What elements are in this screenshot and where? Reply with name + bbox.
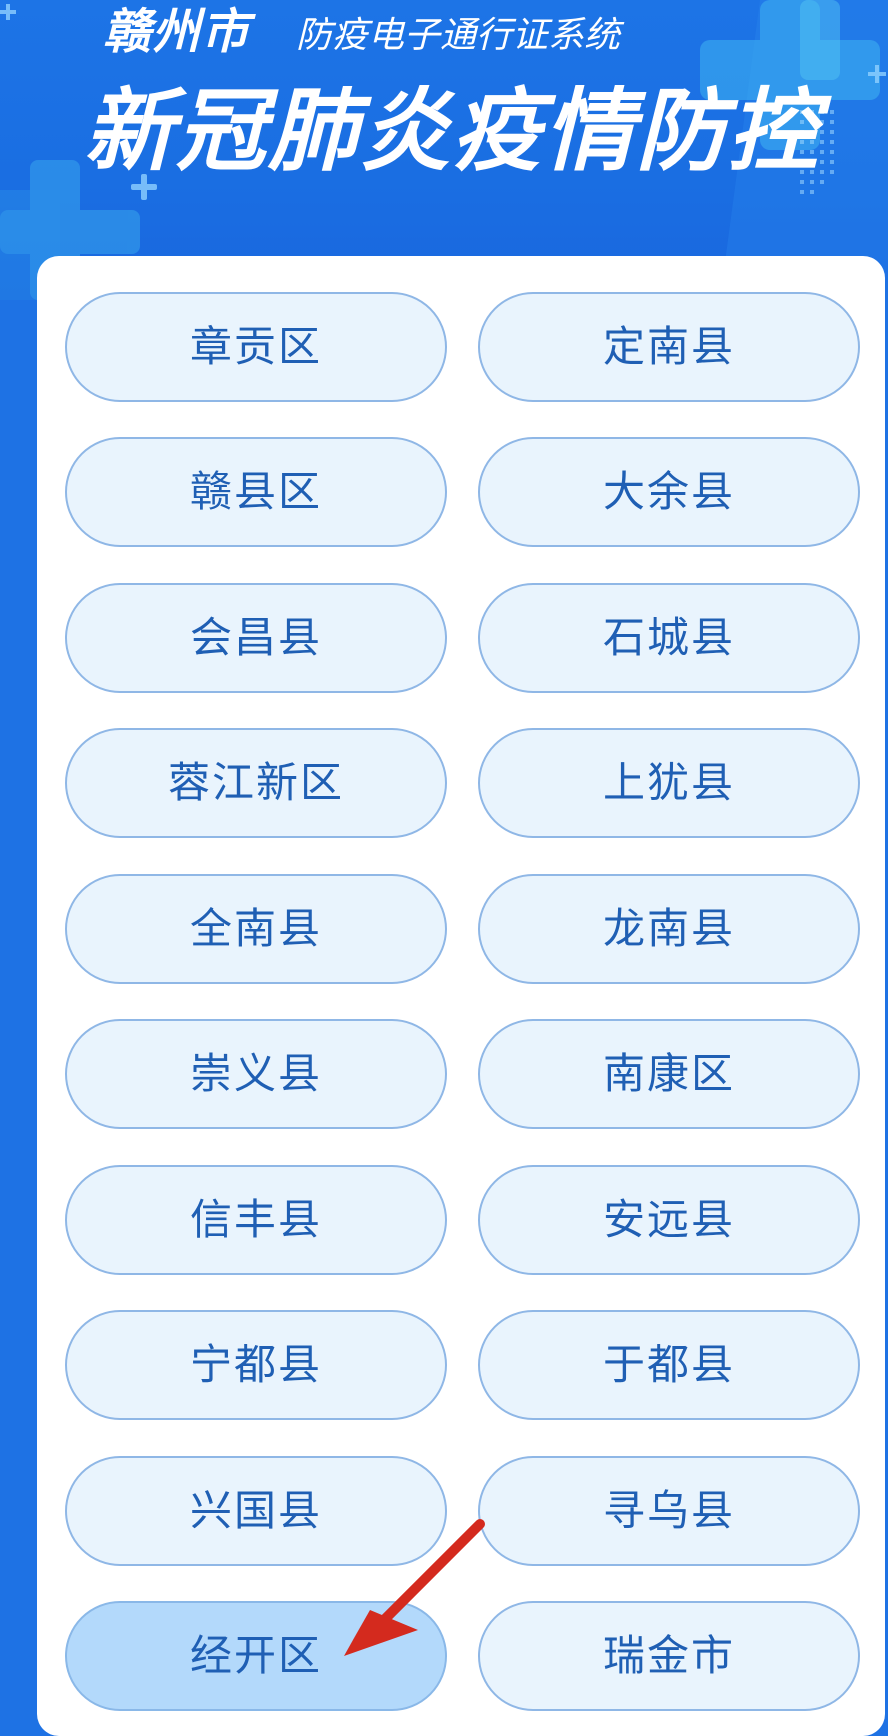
page-title: 新冠肺炎疫情防控	[84, 79, 820, 184]
region-button[interactable]: 石城县	[478, 583, 860, 693]
region-button[interactable]: 崇义县	[65, 1019, 447, 1129]
city-title: 赣州市	[103, 4, 251, 60]
region-list-panel: 章贡区 定南县 赣县区 大余县 会昌县 石城县 蓉江新区 上犹县 全南县 龙南县…	[37, 256, 885, 1736]
region-button[interactable]: 龙南县	[478, 874, 860, 984]
region-button[interactable]: 章贡区	[65, 292, 447, 402]
region-button[interactable]: 安远县	[478, 1165, 860, 1275]
region-button[interactable]: 瑞金市	[478, 1601, 860, 1711]
region-button[interactable]: 于都县	[478, 1310, 860, 1420]
region-button[interactable]: 上犹县	[478, 728, 860, 838]
region-button[interactable]: 定南县	[478, 292, 860, 402]
region-button[interactable]: 宁都县	[65, 1310, 447, 1420]
header-banner: 赣州市 防疫电子通行证系统 新冠肺炎疫情防控	[0, 0, 888, 300]
region-button[interactable]: 蓉江新区	[65, 728, 447, 838]
region-button[interactable]: 兴国县	[65, 1456, 447, 1566]
region-button[interactable]: 南康区	[478, 1019, 860, 1129]
region-button[interactable]: 全南县	[65, 874, 447, 984]
region-button[interactable]: 大余县	[478, 437, 860, 547]
region-button[interactable]: 赣县区	[65, 437, 447, 547]
region-button[interactable]: 会昌县	[65, 583, 447, 693]
system-name: 防疫电子通行证系统	[296, 15, 621, 56]
region-button-selected[interactable]: 经开区	[65, 1601, 447, 1711]
region-button[interactable]: 寻乌县	[478, 1456, 860, 1566]
region-button[interactable]: 信丰县	[65, 1165, 447, 1275]
